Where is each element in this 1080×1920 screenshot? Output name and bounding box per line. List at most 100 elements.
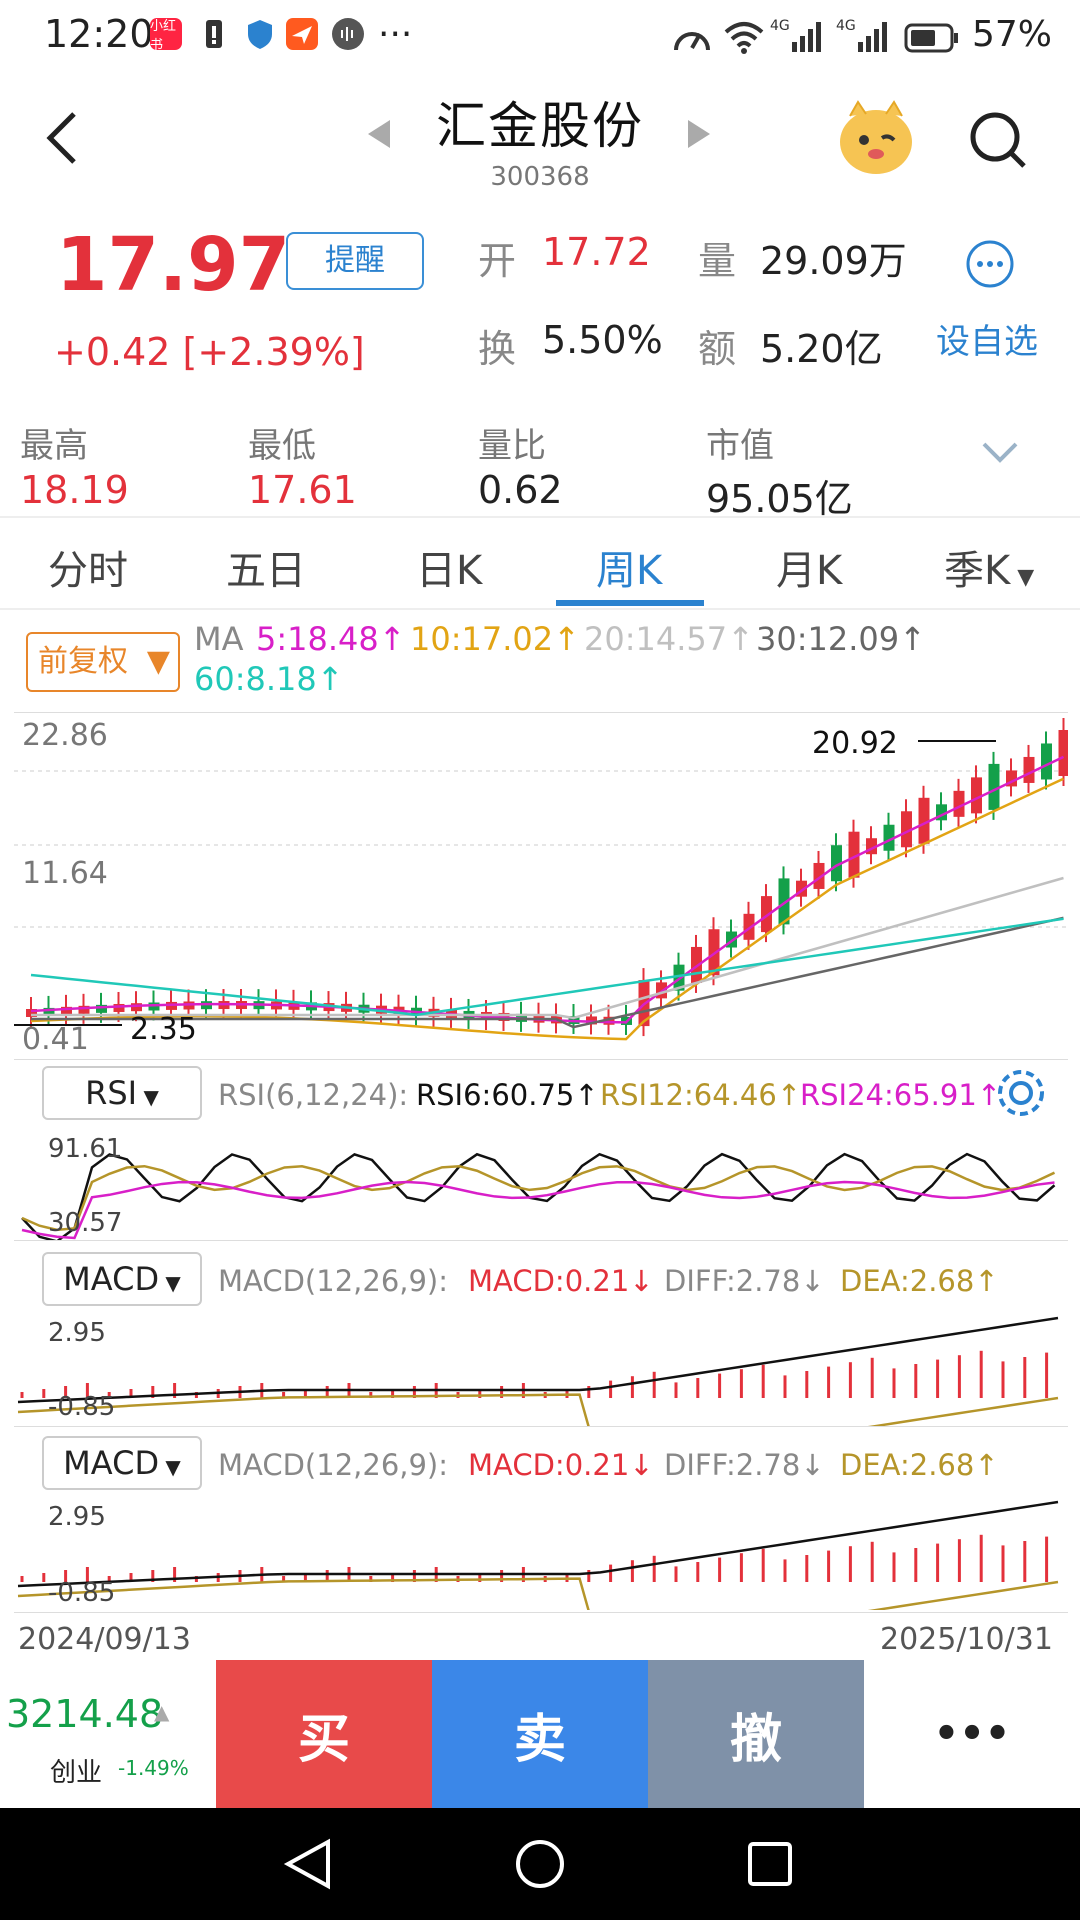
back-button[interactable]	[42, 108, 82, 168]
battery-icon	[904, 22, 960, 58]
macd2-svg	[17, 1500, 1059, 1654]
stat-volratio-label: 量比	[478, 426, 546, 466]
rsi-y-top: 91.61	[48, 1134, 123, 1164]
tab-weekly-k[interactable]: 周K	[596, 538, 662, 596]
speed-icon	[672, 20, 712, 60]
macd2-y-bottom: -0.85	[48, 1578, 116, 1608]
tab-five-day[interactable]: 五日	[226, 538, 306, 596]
tab-intraday[interactable]: 分时	[48, 538, 128, 596]
amount-label: 额	[698, 327, 737, 371]
macd-selector-2[interactable]: MACD ▼	[42, 1436, 202, 1490]
expand-chevron-icon[interactable]	[980, 440, 1020, 468]
stock-title: 汇金股份	[436, 97, 644, 155]
up-arrow-icon: ▲	[154, 1700, 170, 1724]
low-marker-label: 2.35	[130, 1012, 197, 1047]
status-bar: 12:20 小红书 ··· 4G 4G 57%	[0, 0, 1080, 76]
x-axis-end: 2025/10/31	[880, 1622, 1053, 1657]
rsi-chart[interactable]	[14, 1128, 1068, 1243]
adjust-dropdown[interactable]: 前复权 ▼	[26, 632, 180, 692]
divider	[14, 1612, 1068, 1613]
settings-gear-icon[interactable]	[994, 1066, 1048, 1124]
nav-back-icon[interactable]	[282, 1838, 334, 1894]
candle-body	[988, 763, 1000, 810]
macd2-dea-text: DEA:2.68	[840, 1448, 975, 1482]
prev-stock-icon[interactable]	[368, 120, 390, 148]
x-axis-start: 2024/09/13	[18, 1622, 191, 1657]
stat-high-label: 最高	[20, 426, 88, 466]
price-change-pct: [+2.39%]	[182, 330, 365, 374]
rsi6-value: RSI6:60.75↑	[416, 1078, 599, 1112]
tab-quarterly-k-label: 季K	[944, 548, 1011, 594]
nav-home-icon[interactable]	[514, 1838, 566, 1894]
price-change: +0.42 [+2.39%]	[54, 330, 365, 374]
open-label: 开	[478, 239, 517, 283]
macd-selector-2-label: MACD	[63, 1444, 160, 1482]
macd-chart-2[interactable]	[14, 1494, 1068, 1654]
nav-recents-icon[interactable]	[746, 1840, 794, 1892]
macd1-dea: DEA:2.68↑	[840, 1264, 999, 1298]
rsi6-text: RSI6:60.75	[416, 1078, 575, 1112]
macd2-y-top: 2.95	[48, 1502, 106, 1532]
candle-body	[131, 1003, 142, 1012]
rsi-selector[interactable]: RSI ▼	[42, 1066, 202, 1120]
y-tick-top: 22.86	[22, 718, 108, 753]
dropdown-caret-icon: ▼	[159, 1455, 181, 1479]
rsi24-line	[21, 1180, 1055, 1240]
kline-chart[interactable]	[14, 712, 1070, 1060]
candle-body	[1041, 743, 1052, 780]
index-name: 创业	[50, 1758, 103, 1788]
mascot-icon[interactable]	[836, 98, 916, 182]
more-button[interactable]: •••	[864, 1660, 1080, 1808]
stat-low-label: 最低	[248, 426, 316, 466]
search-icon[interactable]	[968, 110, 1028, 174]
macd2-diff-text: DIFF:2.78	[664, 1448, 801, 1482]
dropdown-caret-icon: ▼	[137, 1085, 159, 1109]
macd2-dea: DEA:2.68↑	[840, 1448, 999, 1482]
add-watchlist-button[interactable]: 设自选	[936, 314, 1038, 363]
macd-selector-1[interactable]: MACD ▼	[42, 1252, 202, 1306]
tab-daily-k[interactable]: 日K	[416, 538, 482, 596]
macd1-svg	[17, 1316, 1059, 1470]
candle-body	[1058, 730, 1070, 776]
macd2-params: MACD(12,26,9):	[218, 1448, 449, 1482]
stat-high-value: 18.19	[20, 468, 129, 512]
more-options-icon[interactable]	[964, 238, 1016, 294]
network-label-1: 4G	[770, 18, 790, 34]
tab-active-indicator	[556, 600, 704, 606]
y-tick-mid: 11.64	[22, 856, 108, 891]
macd2-macd: MACD:0.21↓	[468, 1448, 654, 1482]
macd1-dea-text: DEA:2.68	[840, 1264, 975, 1298]
volume-value: 29.09万	[760, 239, 907, 283]
ma5-value: 5:18.48↑	[256, 620, 406, 658]
tab-quarterly-k[interactable]: 季K ▼	[944, 538, 1034, 596]
stat-low-value: 17.61	[248, 468, 357, 512]
macd1-diff: DIFF:2.78↓	[664, 1264, 825, 1298]
remind-button[interactable]: 提醒	[286, 232, 424, 290]
macd1-diff-text: DIFF:2.78	[664, 1264, 801, 1298]
current-price: 17.97	[56, 222, 291, 308]
shield-icon	[244, 18, 276, 50]
more-notifications: ···	[378, 14, 413, 55]
sell-button[interactable]: 卖	[432, 1660, 648, 1808]
system-nav-bar	[0, 1808, 1080, 1920]
buy-button[interactable]: 买	[216, 1660, 432, 1808]
rsi-selector-label: RSI	[85, 1074, 138, 1112]
cancel-order-button[interactable]: 撤	[648, 1660, 864, 1808]
ma30-value: 30:12.09↑	[756, 620, 926, 658]
signal-icon	[790, 18, 826, 58]
open-value: 17.72	[542, 230, 651, 274]
signal-icon-2	[856, 18, 892, 58]
next-stock-icon[interactable]	[688, 120, 710, 148]
macd1-macd: MACD:0.21↓	[468, 1264, 654, 1298]
macd-chart-1[interactable]	[14, 1310, 1068, 1470]
rsi-svg	[21, 1152, 1056, 1243]
index-ticker[interactable]: 3214.48 ▲ 创业 -1.49%	[0, 1660, 216, 1808]
rsi24-value: RSI24:65.91↑	[800, 1078, 1002, 1112]
macd1-macd-text: MACD:0.21	[468, 1264, 630, 1298]
kline-svg	[14, 718, 1070, 1041]
macd1-params: MACD(12,26,9):	[218, 1264, 449, 1298]
tab-monthly-k[interactable]: 月K	[776, 538, 842, 596]
xiaohongshu-icon: 小红书	[150, 18, 182, 53]
rsi24-text: RSI24:65.91	[800, 1078, 977, 1112]
divider	[14, 1426, 1068, 1427]
